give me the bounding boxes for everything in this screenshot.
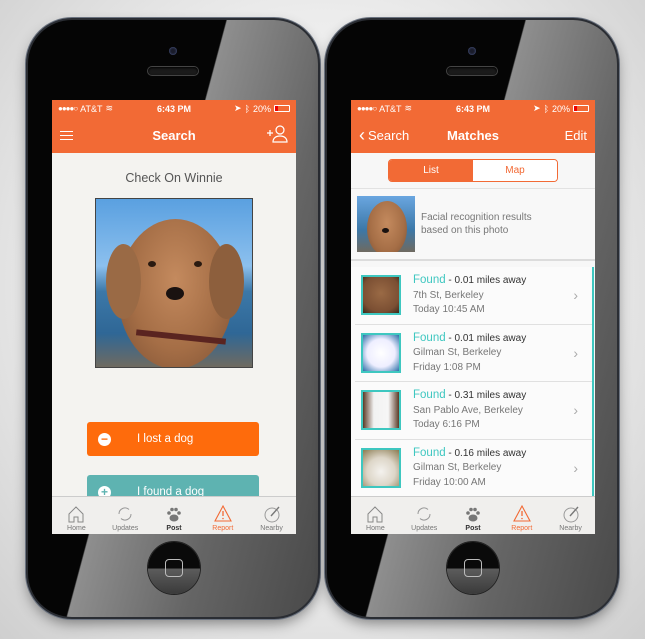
chevron-right-icon: › — [573, 287, 578, 304]
dog-photo — [95, 198, 253, 368]
refresh-icon — [417, 507, 431, 521]
match-row[interactable]: Found - 0.16 miles away Gilman St, Berkel… — [355, 440, 592, 497]
home-hardware-button[interactable] — [148, 542, 200, 594]
edit-button[interactable]: Edit — [565, 128, 587, 143]
matches-screen: ●●●●○ AT&T ≋ 6:43 PM ➤ ᛒ 20% ‹ Search Matche… — [351, 100, 595, 534]
minus-icon: − — [98, 432, 111, 446]
location-icon: ➤ — [234, 103, 242, 113]
match-row[interactable]: Found - 0.01 miles away 7th St, Berkeley T… — [355, 267, 592, 325]
match-location: Gilman St, Berkeley — [413, 462, 502, 473]
phone-left: ●●●●○ AT&T ≋ 6:43 PM ➤ ᛒ 20% Search Check On… — [28, 20, 318, 617]
lost-dog-button[interactable]: − I lost a dog — [87, 422, 259, 456]
battery-percent: 20% — [252, 103, 271, 114]
match-status: Found — [413, 389, 446, 401]
match-time: Friday 1:08 PM — [413, 361, 481, 373]
facial-recognition-header: Facial recognition results based on this … — [351, 189, 595, 261]
source-dog-photo — [357, 196, 415, 252]
tab-nearby[interactable]: Nearby — [247, 497, 296, 534]
match-location: 7th St, Berkeley — [413, 289, 484, 301]
match-dog-photo — [361, 275, 401, 316]
match-location: Gilman St, Berkeley — [413, 347, 502, 358]
earpiece-speaker — [447, 67, 497, 75]
hamburger-menu-icon[interactable] — [60, 130, 73, 140]
match-time: Friday 10:00 AM — [413, 476, 486, 488]
bluetooth-icon: ᛒ — [543, 103, 549, 114]
view-toggle-bar: List Map — [351, 153, 595, 189]
match-dog-photo — [361, 332, 401, 373]
match-row[interactable]: Found - 0.31 miles away San Pablo Ave, Be… — [355, 382, 592, 440]
segment-list[interactable]: List — [389, 160, 473, 181]
paw-icon — [466, 507, 480, 522]
compass-icon — [563, 506, 579, 523]
bluetooth-icon: ᛒ — [244, 103, 250, 114]
home-icon — [367, 506, 383, 523]
segmented-control: List Map — [388, 159, 558, 182]
back-button[interactable]: ‹ Search — [359, 126, 409, 144]
match-status: Found — [413, 446, 446, 459]
refresh-icon — [118, 507, 132, 521]
match-status: Found — [413, 331, 446, 344]
tab-post[interactable]: Post — [150, 497, 199, 534]
tab-report[interactable]: Report — [497, 497, 546, 534]
home-icon — [68, 506, 84, 523]
search-screen: ●●●●○ AT&T ≋ 6:43 PM ➤ ᛒ 20% Search Check On… — [52, 100, 296, 534]
add-user-button[interactable] — [266, 124, 288, 146]
status-bar: ●●●●○ AT&T ≋ 6:43 PM ➤ ᛒ 20% — [351, 100, 595, 117]
match-distance: - 0.16 miles away — [445, 447, 527, 459]
status-bar: ●●●●○ AT&T ≋ 6:43 PM ➤ ᛒ 20% — [52, 100, 296, 117]
match-dog-photo — [361, 390, 401, 431]
match-distance: - 0.01 miles away — [445, 332, 527, 344]
chevron-right-icon: › — [573, 402, 578, 419]
nav-bar: Search — [52, 117, 296, 153]
chevron-right-icon: › — [573, 459, 578, 476]
front-camera — [468, 47, 476, 55]
match-dog-photo — [361, 447, 401, 488]
tab-report[interactable]: Report — [198, 497, 247, 534]
match-location: San Pablo Ave, Berkeley — [413, 404, 523, 416]
match-distance: - 0.01 miles away — [445, 275, 527, 286]
chevron-right-icon: › — [573, 344, 578, 361]
nav-bar: ‹ Search Matches Edit — [351, 117, 595, 153]
tab-bar: Home Updates Post Report Nearby — [351, 496, 595, 534]
matches-list: Found - 0.01 miles away 7th St, Berkeley T… — [351, 267, 594, 497]
warning-icon — [512, 504, 531, 522]
tab-post[interactable]: Post — [449, 497, 498, 534]
earpiece-speaker — [148, 67, 198, 75]
warning-icon — [213, 504, 232, 522]
compass-icon — [264, 506, 280, 523]
battery-icon — [573, 105, 589, 112]
chevron-left-icon: ‹ — [359, 125, 365, 145]
battery-percent: 20% — [551, 103, 570, 114]
tab-updates[interactable]: Updates — [400, 497, 449, 534]
page-title: Search — [152, 127, 196, 143]
match-time: Today 6:16 PM — [413, 419, 480, 430]
battery-icon — [274, 105, 290, 112]
tab-home[interactable]: Home — [351, 497, 400, 534]
paw-icon — [167, 507, 181, 522]
match-row[interactable]: Found - 0.01 miles away Gilman St, Berkel… — [355, 325, 592, 382]
tab-updates[interactable]: Updates — [101, 497, 150, 534]
add-user-icon — [267, 124, 288, 143]
match-status: Found — [413, 274, 446, 286]
tab-bar: Home Updates Post Report Nearby — [52, 496, 296, 534]
match-time: Today 10:45 AM — [413, 304, 485, 315]
front-camera — [169, 47, 177, 55]
tab-nearby[interactable]: Nearby — [546, 497, 595, 534]
match-distance: - 0.31 miles away — [445, 390, 527, 401]
home-hardware-button[interactable] — [447, 542, 499, 594]
tab-home[interactable]: Home — [52, 497, 101, 534]
check-on-title: Check On Winnie — [125, 171, 223, 185]
phone-right: ●●●●○ AT&T ≋ 6:43 PM ➤ ᛒ 20% ‹ Search Matche… — [327, 20, 617, 617]
location-icon: ➤ — [533, 103, 541, 113]
segment-map[interactable]: Map — [473, 160, 557, 181]
